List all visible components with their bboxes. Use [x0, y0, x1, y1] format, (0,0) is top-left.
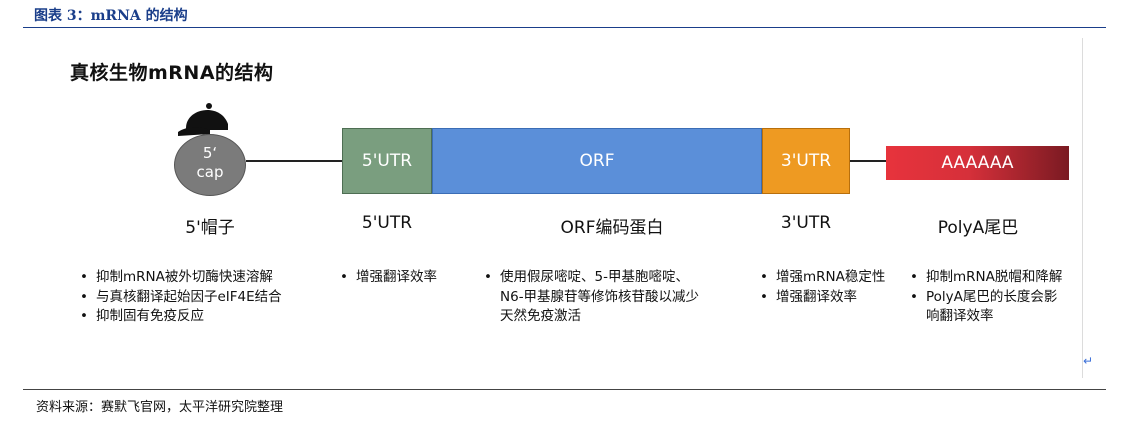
- bullets-3utr: 增强mRNA稳定性 增强翻译效率: [760, 268, 885, 307]
- bullet-continuation: 天然免疫激活: [500, 308, 581, 324]
- cap-text-line2: cap: [196, 163, 224, 181]
- label-cap: 5'帽子: [185, 218, 235, 238]
- bullet-item: 增强翻译效率: [340, 268, 437, 288]
- bottom-rule: [23, 389, 1106, 390]
- cap-circle: 5‘ cap: [174, 134, 246, 196]
- baseball-cap-icon: [178, 103, 228, 136]
- bullet-item: 抑制mRNA脱帽和降解: [910, 268, 1062, 288]
- bullets-5utr: 增强翻译效率: [340, 268, 437, 288]
- diagram-title: 真核生物mRNA的结构: [70, 62, 274, 84]
- bullet-item: 抑制mRNA被外切酶快速溶解: [80, 268, 282, 288]
- bullets-polya: 抑制mRNA脱帽和降解 PolyA尾巴的长度会影 响翻译效率: [910, 268, 1062, 327]
- bullet-continuation: N6-甲基腺苷等修饰核苷酸以减少: [500, 288, 700, 305]
- connector-utr3-polya: [850, 160, 886, 162]
- segment-3utr: 3'UTR: [762, 128, 850, 194]
- segment-polya-tail: AAAAAA: [886, 146, 1069, 180]
- bullet-item: PolyA尾巴的长度会影: [910, 288, 1062, 308]
- bullet-item: 与真核翻译起始因子eIF4E结合: [80, 288, 282, 308]
- return-arrow-icon: ↵: [1083, 354, 1094, 368]
- segment-orf: ORF: [432, 128, 762, 194]
- source-note: 资料来源：赛默飞官网，太平洋研究院整理: [36, 400, 284, 415]
- segment-5utr: 5'UTR: [342, 128, 432, 194]
- bullet-item: 增强mRNA稳定性: [760, 268, 885, 288]
- bullets-orf: 使用假尿嘧啶、5-甲基胞嘧啶、 N6-甲基腺苷等修饰核苷酸以减少 天然免疫激活: [484, 268, 699, 327]
- bullet-item: 使用假尿嘧啶、5-甲基胞嘧啶、: [484, 268, 699, 288]
- label-orf: ORF编码蛋白: [560, 218, 664, 238]
- label-5utr: 5'UTR: [361, 213, 413, 233]
- bullet-item: 抑制固有免疫反应: [80, 307, 282, 327]
- top-rule: [23, 27, 1106, 28]
- bullets-cap: 抑制mRNA被外切酶快速溶解 与真核翻译起始因子eIF4E结合 抑制固有免疫反应: [80, 268, 282, 327]
- diagram-frame: [0, 38, 1083, 378]
- label-3utr: 3'UTR: [780, 213, 832, 233]
- bullet-continuation: 响翻译效率: [926, 308, 994, 324]
- bullet-item: 增强翻译效率: [760, 288, 885, 308]
- cap-text-line1: 5‘: [202, 144, 218, 162]
- label-polya: PolyA尾巴: [937, 218, 1019, 238]
- connector-cap-utr5: [246, 160, 342, 162]
- figure-title: 图表 3：mRNA 的结构: [34, 8, 188, 24]
